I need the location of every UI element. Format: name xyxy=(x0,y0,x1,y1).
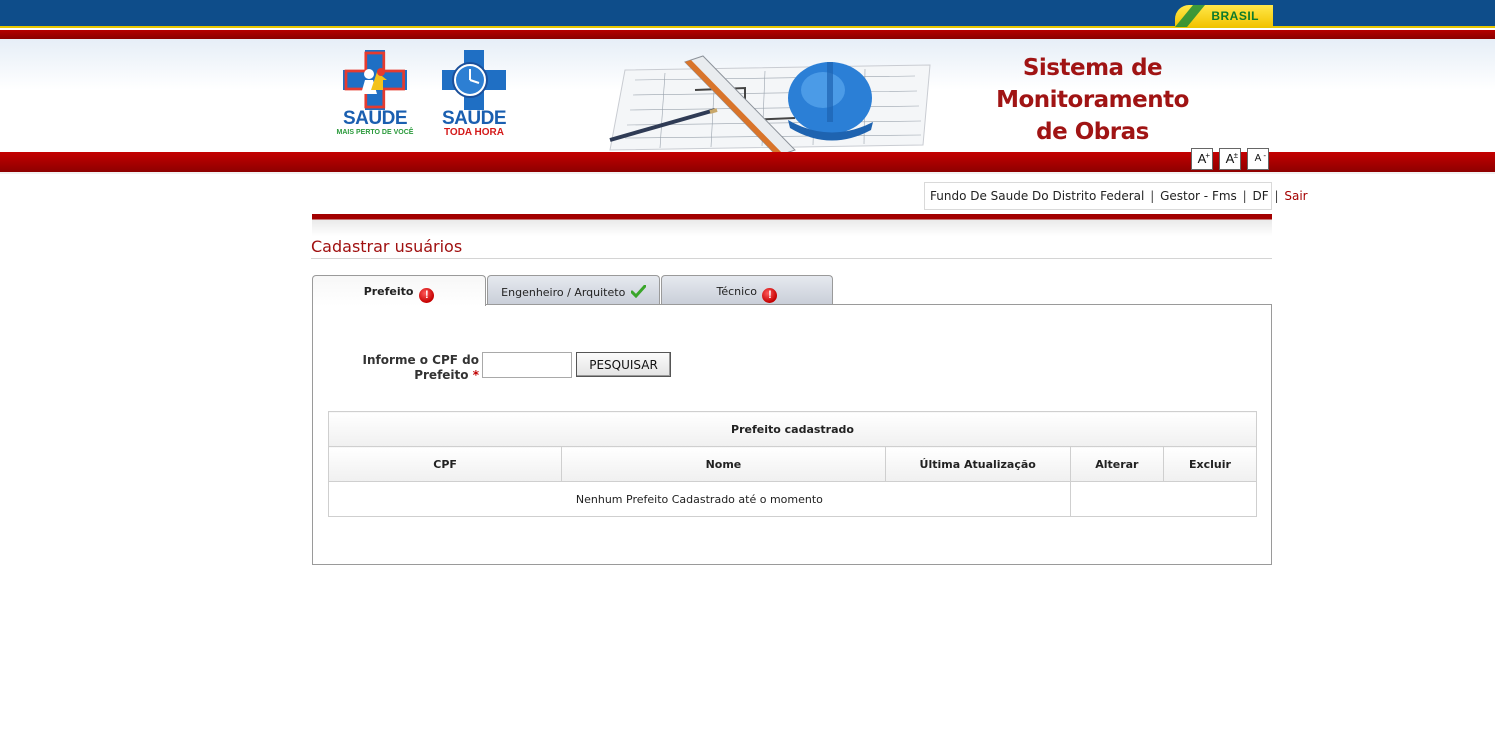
user-role: Gestor - Fms xyxy=(1160,189,1237,203)
health-cross-icon xyxy=(343,50,407,110)
saude-logo-tagline: TODA HORA xyxy=(444,127,504,138)
user-info-bar: Fundo De Saude Do Distrito Federal | Ges… xyxy=(924,182,1308,210)
user-uf: DF xyxy=(1252,189,1269,203)
tab-engenheiro-arquiteto[interactable]: Engenheiro / Arquiteto xyxy=(487,275,660,305)
separator: | xyxy=(1242,189,1247,203)
cpf-label: Informe o CPF do Prefeito * xyxy=(353,353,479,383)
search-button[interactable]: PESQUISAR xyxy=(576,352,671,377)
page-title: Cadastrar usuários xyxy=(311,237,1272,259)
saude-logo-word: SAÚDE xyxy=(342,108,408,129)
font-button-sign: ± xyxy=(1233,151,1238,160)
empty-cell xyxy=(1069,481,1258,517)
header-bottom-stripe xyxy=(0,152,1495,174)
font-button-sign: + xyxy=(1205,151,1210,160)
table-header-row: CPF Nome Última Atualização Alterar Excl… xyxy=(327,446,1258,482)
font-size-controls: A + A ± A- xyxy=(1191,148,1269,170)
prefeito-table: Prefeito cadastrado CPF Nome Última Atua… xyxy=(327,411,1258,517)
empty-message: Nenhum Prefeito Cadastrado até o momento xyxy=(328,481,1071,517)
required-mark: * xyxy=(472,368,479,382)
user-entity: Fundo De Saude Do Distrito Federal xyxy=(930,189,1145,203)
clock-cross-icon xyxy=(442,50,506,110)
content-top-rule xyxy=(312,214,1272,236)
system-title-line: Sistema de xyxy=(1022,55,1163,81)
font-increase-button[interactable]: A + xyxy=(1191,148,1213,170)
tab-prefeito[interactable]: Prefeito ! xyxy=(312,275,486,306)
saude-toda-hora-logo[interactable]: SAÚDE TODA HORA xyxy=(433,50,515,138)
construction-banner-image xyxy=(605,40,935,158)
font-reset-button[interactable]: A ± xyxy=(1219,148,1241,170)
column-header-ultima-atualizacao: Última Atualização xyxy=(884,446,1071,482)
column-header-cpf: CPF xyxy=(327,446,563,482)
gov-top-bar: BRASIL xyxy=(0,0,1495,28)
cpf-label-line: Prefeito * xyxy=(353,368,479,383)
column-header-alterar: Alterar xyxy=(1069,446,1164,482)
column-header-nome: Nome xyxy=(561,446,886,482)
tab-panel-prefeito: Informe o CPF do Prefeito * PESQUISAR Pr… xyxy=(312,304,1272,565)
system-title-line: Monitoramento xyxy=(996,87,1189,113)
table-caption: Prefeito cadastrado xyxy=(328,411,1257,447)
header-top-stripe xyxy=(0,30,1495,39)
font-decrease-button[interactable]: A- xyxy=(1247,148,1269,170)
tab-label: Engenheiro / Arquiteto xyxy=(501,286,626,299)
font-button-sign: - xyxy=(1263,151,1266,160)
separator: | xyxy=(1274,189,1279,203)
cpf-label-line: Informe o CPF do xyxy=(362,353,479,367)
saude-logo-tagline: MAIS PERTO DE VOCÊ xyxy=(336,129,414,136)
font-button-label: A xyxy=(1254,153,1262,164)
check-icon xyxy=(630,284,647,301)
brasil-gov-link[interactable]: BRASIL xyxy=(1175,5,1273,27)
system-title: Sistema de Monitoramento de Obras xyxy=(990,52,1195,148)
tab-tecnico[interactable]: Técnico ! xyxy=(661,275,833,305)
saude-mais-perto-logo[interactable]: SAÚDE MAIS PERTO DE VOCÊ xyxy=(334,50,416,137)
logout-link[interactable]: Sair xyxy=(1284,189,1307,203)
table-row: Nenhum Prefeito Cadastrado até o momento xyxy=(328,481,1258,517)
cpf-label-text: Prefeito xyxy=(414,368,469,382)
warning-icon: ! xyxy=(762,288,778,303)
system-title-line: de Obras xyxy=(1036,119,1149,145)
saude-logo-word: SAÚDE xyxy=(441,108,507,129)
separator: | xyxy=(1150,189,1155,203)
table-caption-row: Prefeito cadastrado xyxy=(328,411,1257,447)
column-header-excluir: Excluir xyxy=(1162,446,1258,482)
tab-label: Técnico xyxy=(716,285,757,298)
warning-icon: ! xyxy=(419,288,435,303)
cpf-input[interactable] xyxy=(482,352,572,378)
tab-label: Prefeito xyxy=(363,285,414,298)
